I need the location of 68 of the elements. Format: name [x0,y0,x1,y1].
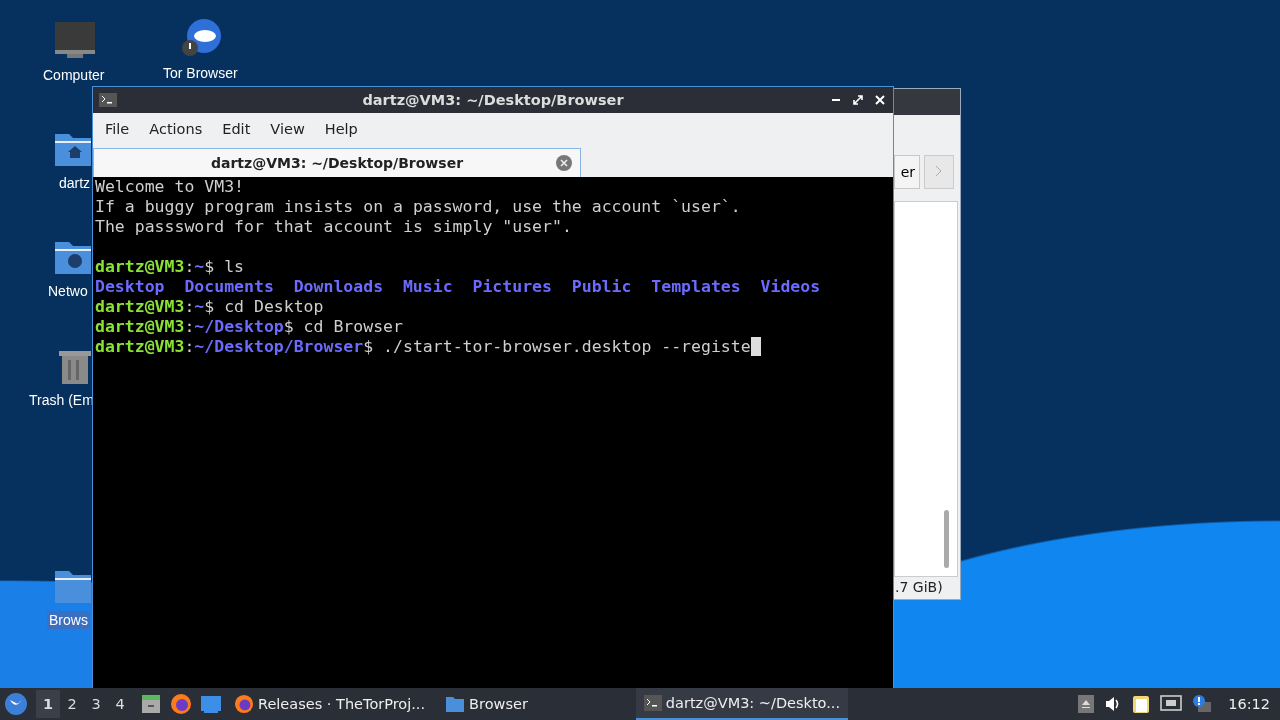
prompt-path: ~ [194,257,205,276]
status-text: .7 GiB) [895,579,943,595]
desktop-icon-label[interactable]: dartz [57,174,93,192]
terminal-text: $ ls [204,257,245,276]
menu-item[interactable]: View [260,121,315,137]
chevron-right-icon [935,164,943,177]
directory-name: Desktop [95,277,165,296]
taskbar-task[interactable]: Browser [437,689,536,719]
path-button[interactable]: er [894,155,920,189]
directory-name: Documents [184,277,274,296]
taskbar-task[interactable]: Releases · TheTorProj... [226,689,434,719]
menu-item[interactable]: Edit [212,121,261,137]
folder-icon [445,695,466,713]
start-menu-icon[interactable] [4,692,28,716]
directory-name: Music [402,277,453,296]
directory-name: Videos [760,277,821,296]
prompt-path: ~ [194,297,205,316]
terminal-text: : [184,337,195,356]
desktop-icon-label[interactable]: Computer [41,66,107,84]
desktop-icon-label[interactable]: Brows [47,611,90,629]
window-title: dartz@VM3: ~/Desktop/Browser [361,92,624,108]
terminal-text: $ cd Browser [283,317,403,336]
prompt-user: dartz@VM3 [95,317,185,336]
prompt-user: dartz@VM3 [95,257,185,276]
prompt-user: dartz@VM3 [95,337,185,356]
menu-item[interactable]: Help [314,121,368,137]
maximize-icon[interactable] [851,93,865,107]
tray-expand-icon[interactable] [1078,695,1095,713]
workspace-button[interactable]: 4 [108,690,132,718]
alert-icon[interactable] [1192,694,1213,714]
globe-icon[interactable] [180,18,224,58]
clipboard-icon[interactable] [1132,694,1151,714]
workspace-button[interactable]: 2 [60,690,84,718]
terminal-text: : [184,317,195,336]
prompt-path: ~/Desktop/Browser [194,337,364,356]
terminal-icon [99,93,117,107]
monitor-icon[interactable] [53,20,97,60]
close-icon[interactable] [873,93,887,107]
browser-icon[interactable] [170,693,192,715]
terminal-text: : [184,297,195,316]
directory-name: Downloads [293,277,384,296]
prompt-path: ~/Desktop [194,317,284,336]
scrollbar-thumb[interactable] [944,510,949,568]
menu-item[interactable]: File [95,121,140,137]
clock: 16:12 [1228,696,1270,712]
desktop-icon-label[interactable]: Netwo [46,282,90,300]
terminal-text: If a buggy program insists on a password, use the account `user`. [95,197,741,216]
terminal-text: Welcome to VM3! [95,177,244,196]
terminal-tab[interactable]: dartz@VM3: ~/Desktop/Browser [93,148,581,177]
terminal-text: : [184,257,195,276]
taskbar-task[interactable]: dartz@VM3: ~/Deskto... [635,688,849,720]
close-tab-icon[interactable] [556,155,572,171]
menu-item[interactable]: Actions [139,121,213,137]
desktop-icon-label[interactable]: Tor Browser [161,64,240,82]
terminal-icon [643,695,662,711]
workspace-button[interactable]: 3 [84,690,108,718]
workspace-button[interactable]: 1 [36,690,60,718]
directory-name: Pictures [472,277,552,296]
terminal-text: The passsword for that account is simply "user". [95,217,572,236]
directory-name: Templates [651,277,741,296]
show-desktop-icon[interactable] [200,693,222,715]
directory-name: Public [571,277,632,296]
browser-icon [234,694,254,714]
file-cabinet-icon[interactable] [140,693,162,715]
prompt-user: dartz@VM3 [95,297,185,316]
network-icon[interactable] [1160,695,1183,713]
terminal-text: $ cd Desktop [204,297,324,316]
terminal-text: $ ./start-tor-browser.desktop --registe [363,337,751,356]
